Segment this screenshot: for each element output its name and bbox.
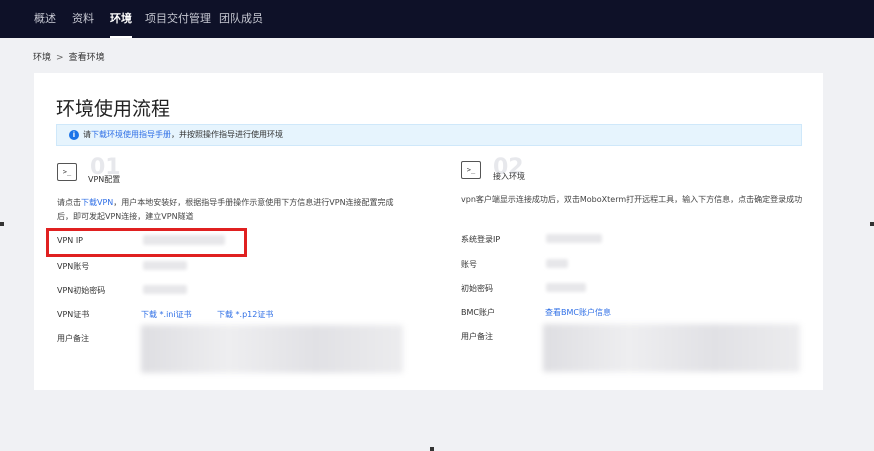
notice-banner: i 请下载环境使用指导手册，并按照操作指导进行使用环境 [56,124,802,146]
step1-desc-prefix: 请点击 [57,198,81,207]
account-label: 账号 [461,260,477,269]
vpn-password-label: VPN初始密码 [57,286,106,295]
bmc-account-label: BMC账户 [461,308,495,317]
vpn-cert-label: VPN证书 [57,310,90,319]
top-nav: 概述 资料 环境 项目交付管理 团队成员 [0,0,874,38]
breadcrumb-current: 查看环境 [68,53,105,63]
page-title: 环境使用流程 [56,98,171,120]
vpn-account-value [143,261,187,270]
view-bmc-account-link[interactable]: 查看BMC账户信息 [545,307,611,318]
step1-user-note-label: 用户备注 [57,334,89,343]
vpn-password-value [143,285,187,294]
step1-user-note-value [141,325,403,373]
nav-item-team-members[interactable]: 团队成员 [219,0,263,38]
download-ini-cert-link[interactable]: 下载 *.ini证书 [141,309,192,320]
nav-item-overview[interactable]: 概述 [34,0,56,38]
nav-item-materials[interactable]: 资料 [72,0,94,38]
password-value [546,283,586,292]
step2-description: vpn客户端显示连接成功后，双击MoboXterm打开远程工具，输入下方信息，点… [461,195,803,204]
step1-description: 请点击下载VPN，用户本地安装好，根据指导手册操作示意使用下方信息进行VPN连接… [57,196,402,224]
edge-marker [0,222,4,226]
info-icon: i [69,130,79,140]
step1-title: VPN配置 [88,175,121,184]
login-ip-value [546,234,602,243]
breadcrumb-separator: > [56,53,64,63]
edge-marker [870,222,874,226]
notice-suffix: ，并按照操作指导进行使用环境 [171,130,283,139]
notice-prefix: 请 [83,130,91,139]
nav-item-delivery-management[interactable]: 项目交付管理 [145,0,211,38]
terminal-icon: >_ [461,161,481,179]
download-vpn-link[interactable]: 下载VPN [81,198,113,207]
step2-user-note-value [543,324,800,372]
edge-marker [430,447,434,451]
terminal-icon: >_ [57,163,77,181]
download-p12-cert-link[interactable]: 下载 *.p12证书 [217,309,273,320]
step2-title: 接入环境 [493,172,525,181]
login-ip-label: 系统登录IP [461,235,501,244]
account-value [546,259,568,268]
breadcrumb-root[interactable]: 环境 [33,53,51,63]
nav-item-environment[interactable]: 环境 [110,0,132,38]
step2-user-note-label: 用户备注 [461,332,493,341]
password-label: 初始密码 [461,284,493,293]
download-guide-link[interactable]: 下载环境使用指导手册 [91,130,171,139]
vpn-account-label: VPN账号 [57,262,90,271]
breadcrumb: 环境 > 查看环境 [33,50,105,63]
vpn-ip-highlight [46,228,247,257]
